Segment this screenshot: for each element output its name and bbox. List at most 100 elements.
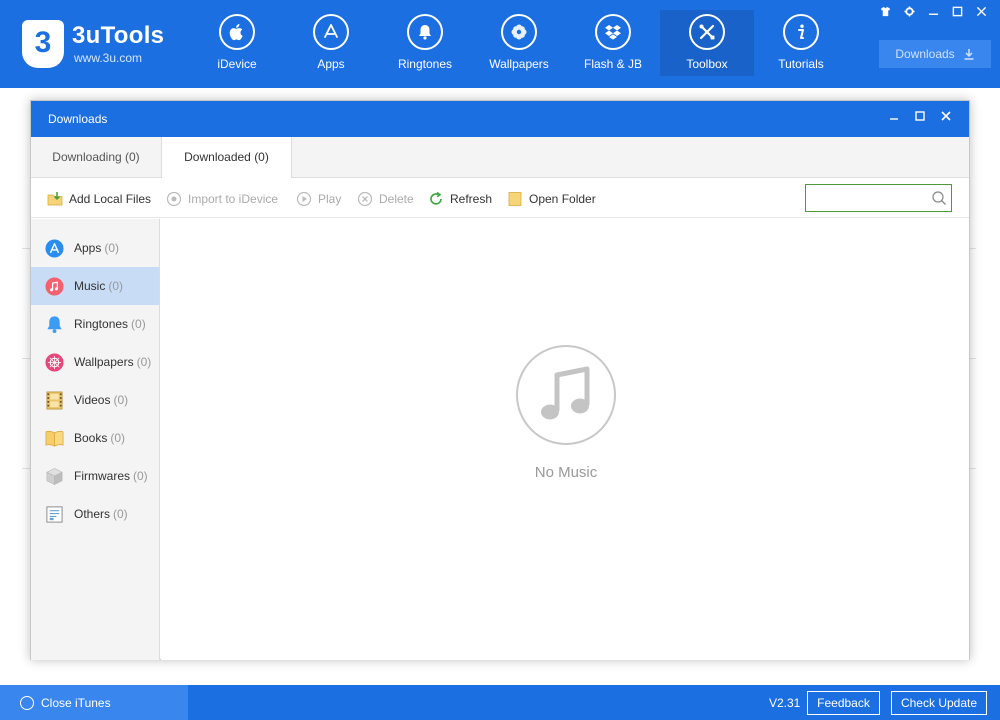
music-note-icon bbox=[45, 277, 64, 296]
downloads-button[interactable]: Downloads bbox=[879, 40, 991, 68]
book-icon bbox=[45, 429, 64, 448]
bell-icon bbox=[45, 315, 64, 334]
nav-label: Wallpapers bbox=[489, 57, 549, 71]
nav-label: Apps bbox=[317, 57, 345, 71]
tools-icon bbox=[689, 14, 725, 50]
nav-ringtones[interactable]: Ringtones bbox=[378, 10, 472, 76]
sidebar-item-label: Ringtones bbox=[74, 317, 129, 331]
app-url: www.3u.com bbox=[74, 51, 143, 65]
nav-wallpapers[interactable]: Wallpapers bbox=[472, 10, 566, 76]
sidebar-item-count: (0) bbox=[136, 355, 152, 369]
sidebar-item-books[interactable]: Books (0) bbox=[31, 419, 159, 457]
sidebar-item-music[interactable]: Music (0) bbox=[31, 267, 159, 305]
dialog-title-bar[interactable]: Downloads bbox=[31, 101, 969, 137]
sidebar-item-label: Others bbox=[74, 507, 111, 521]
logo-badge: 3 bbox=[22, 20, 64, 68]
nav-label: Tutorials bbox=[778, 57, 824, 71]
minimize-icon bbox=[890, 118, 898, 120]
import-to-idevice-button[interactable]: Import to iDevice bbox=[166, 190, 278, 208]
app-store-icon bbox=[313, 14, 349, 50]
radio-icon bbox=[20, 695, 34, 710]
download-icon bbox=[964, 49, 974, 60]
search-box[interactable] bbox=[805, 184, 952, 212]
app-name: 3uTools bbox=[72, 22, 165, 49]
sidebar-item-label: Wallpapers bbox=[74, 355, 134, 369]
refresh-button[interactable]: Refresh bbox=[428, 190, 492, 208]
film-icon bbox=[45, 391, 64, 410]
app-logo: 3 3uTools www.3u.com bbox=[22, 20, 192, 70]
search-icon[interactable] bbox=[931, 190, 947, 206]
play-label: Play bbox=[318, 192, 342, 206]
sidebar-item-videos[interactable]: Videos (0) bbox=[31, 381, 159, 419]
refresh-label: Refresh bbox=[450, 192, 493, 206]
check-update-button[interactable]: Check Update bbox=[891, 691, 987, 715]
close-itunes-toggle[interactable]: Close iTunes bbox=[0, 685, 188, 720]
dialog-close-button[interactable] bbox=[935, 106, 957, 126]
feedback-button[interactable]: Feedback bbox=[807, 691, 880, 715]
sidebar-item-label: Videos bbox=[74, 393, 111, 407]
close-icon bbox=[941, 111, 951, 121]
folder-add-icon bbox=[47, 192, 63, 206]
refresh-icon bbox=[430, 191, 442, 205]
sidebar-item-count: (0) bbox=[113, 507, 128, 521]
close-itunes-label: Close iTunes bbox=[41, 695, 111, 710]
dialog-title: Downloads bbox=[48, 112, 108, 126]
dialog-tabs: Downloading (0) Downloaded (0) bbox=[31, 137, 969, 179]
downloads-dialog: Downloads Downloading (0) Downloaded (0)… bbox=[30, 100, 970, 660]
sidebar-item-others[interactable]: Others (0) bbox=[31, 495, 159, 533]
nav-flash-jb[interactable]: Flash & JB bbox=[566, 10, 660, 76]
nav-label: iDevice bbox=[217, 57, 257, 71]
add-local-files-label: Add Local Files bbox=[69, 192, 152, 206]
sidebar-item-count: (0) bbox=[133, 469, 148, 483]
flower-icon bbox=[501, 14, 537, 50]
nav-tutorials[interactable]: Tutorials bbox=[754, 10, 848, 76]
tab-downloaded[interactable]: Downloaded (0) bbox=[161, 137, 292, 179]
maximize-icon[interactable] bbox=[948, 4, 966, 18]
nav-label: Ringtones bbox=[397, 57, 453, 71]
nav-label: Flash & JB bbox=[583, 57, 643, 71]
app-store-icon bbox=[45, 239, 64, 258]
import-icon bbox=[166, 191, 182, 207]
nav-idevice[interactable]: iDevice bbox=[190, 10, 284, 76]
dropbox-icon bbox=[595, 14, 631, 50]
sidebar-item-ringtones[interactable]: Ringtones (0) bbox=[31, 305, 159, 343]
folder-icon bbox=[508, 192, 522, 206]
dialog-minimize-button[interactable] bbox=[883, 106, 905, 126]
sidebar-item-apps[interactable]: Apps (0) bbox=[31, 229, 159, 267]
import-to-idevice-label: Import to iDevice bbox=[188, 192, 279, 206]
window-controls bbox=[876, 4, 990, 18]
sidebar-item-firmwares[interactable]: Firmwares (0) bbox=[31, 457, 159, 495]
play-icon bbox=[296, 191, 312, 207]
add-local-files-button[interactable]: Add Local Files bbox=[47, 190, 151, 208]
sidebar-item-label: Firmwares bbox=[74, 469, 130, 483]
skin-icon[interactable] bbox=[876, 4, 894, 18]
gear-icon[interactable] bbox=[900, 4, 918, 18]
nav-apps[interactable]: Apps bbox=[284, 10, 378, 76]
sidebar-item-wallpapers[interactable]: Wallpapers (0) bbox=[31, 343, 159, 381]
nav-toolbox[interactable]: Toolbox bbox=[660, 10, 754, 76]
delete-button[interactable]: Delete bbox=[357, 190, 414, 208]
downloads-label: Downloads bbox=[895, 47, 955, 61]
sidebar-item-count: (0) bbox=[131, 317, 146, 331]
box-icon bbox=[45, 467, 64, 486]
sidebar-item-count: (0) bbox=[108, 279, 124, 293]
dialog-maximize-button[interactable] bbox=[909, 106, 931, 126]
status-bar: Close iTunes V2.31 Feedback Check Update bbox=[0, 685, 1000, 720]
music-note-icon bbox=[516, 345, 616, 445]
content-area: No Music bbox=[161, 219, 969, 660]
document-icon bbox=[45, 505, 64, 524]
tab-downloading[interactable]: Downloading (0) bbox=[31, 137, 161, 178]
open-folder-label: Open Folder bbox=[529, 192, 596, 206]
empty-state-message: No Music bbox=[534, 464, 598, 481]
dialog-toolbar: Add Local Files Import to iDevice Play D… bbox=[31, 178, 969, 218]
search-input[interactable] bbox=[810, 188, 928, 208]
sidebar-item-label: Books bbox=[74, 431, 108, 445]
info-icon bbox=[783, 14, 819, 50]
sidebar-item-count: (0) bbox=[110, 431, 126, 445]
close-icon[interactable] bbox=[972, 4, 990, 18]
bell-icon bbox=[407, 14, 443, 50]
delete-icon bbox=[357, 191, 373, 207]
play-button[interactable]: Play bbox=[296, 190, 341, 208]
open-folder-button[interactable]: Open Folder bbox=[507, 190, 596, 208]
minimize-icon[interactable] bbox=[924, 4, 942, 18]
